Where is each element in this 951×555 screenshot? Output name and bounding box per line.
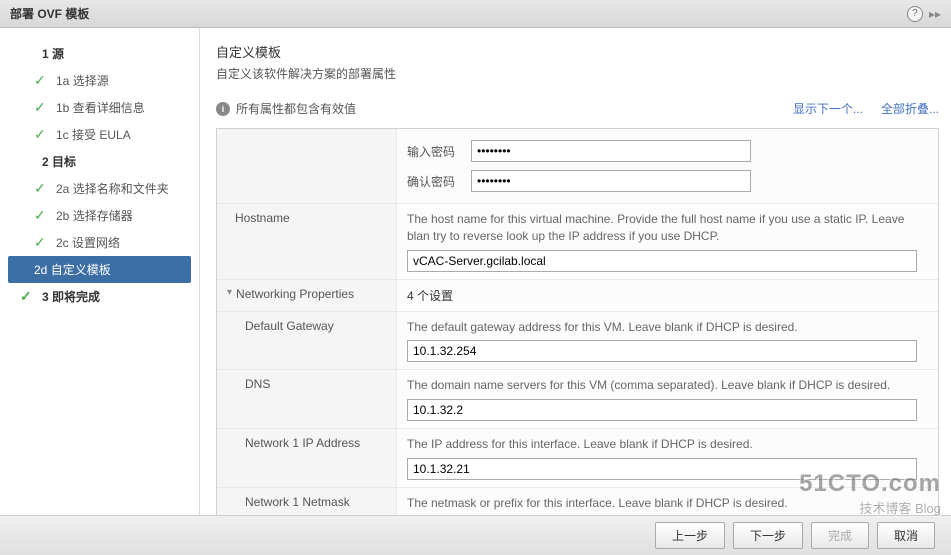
check-icon: ✓ bbox=[34, 126, 48, 143]
networking-count: 4 个设置 bbox=[407, 289, 453, 303]
step-3[interactable]: ✓3 即将完成 bbox=[0, 283, 199, 310]
dns-desc: The domain name servers for this VM (com… bbox=[407, 377, 928, 394]
enter-password-label: 输入密码 bbox=[407, 143, 471, 160]
header-icons: ? ▸▸ bbox=[907, 6, 941, 22]
prev-button[interactable]: 上一步 bbox=[655, 522, 725, 549]
check-icon: ✓ bbox=[34, 72, 48, 89]
ip-input[interactable] bbox=[407, 458, 917, 480]
check-icon: ✓ bbox=[34, 99, 48, 116]
page-title: 自定义模板 bbox=[216, 42, 939, 61]
step-1c[interactable]: ✓1c 接受 EULA bbox=[0, 121, 199, 148]
info-bar: i 所有属性都包含有效值 显示下一个... 全部折叠... bbox=[216, 96, 939, 128]
step-2d[interactable]: 2d 自定义模板 bbox=[8, 256, 191, 283]
step-2b[interactable]: ✓2b 选择存储器 bbox=[0, 202, 199, 229]
check-icon: ✓ bbox=[20, 288, 34, 305]
main-area: 1 源 ✓1a 选择源 ✓1b 查看详细信息 ✓1c 接受 EULA 2 目标 … bbox=[0, 28, 951, 551]
check-icon: ✓ bbox=[34, 234, 48, 251]
info-text: 所有属性都包含有效值 bbox=[236, 100, 356, 117]
step-2c[interactable]: ✓2c 设置网络 bbox=[0, 229, 199, 256]
collapse-icon[interactable]: ▾ bbox=[227, 287, 232, 298]
next-button[interactable]: 下一步 bbox=[733, 522, 803, 549]
info-icon: i bbox=[216, 102, 230, 116]
dialog-footer: 上一步 下一步 完成 取消 bbox=[0, 515, 951, 555]
help-icon[interactable]: ? bbox=[907, 6, 923, 22]
step-1[interactable]: 1 源 bbox=[0, 40, 199, 67]
dns-input[interactable] bbox=[407, 399, 917, 421]
dns-label: DNS bbox=[217, 370, 397, 428]
gateway-input[interactable] bbox=[407, 340, 917, 362]
dialog-title: 部署 OVF 模板 bbox=[10, 5, 89, 22]
confirm-password-label: 确认密码 bbox=[407, 173, 471, 190]
ip-desc: The IP address for this interface. Leave… bbox=[407, 436, 928, 453]
show-next-link[interactable]: 显示下一个... bbox=[793, 100, 863, 117]
networking-section[interactable]: ▾Networking Properties bbox=[217, 280, 397, 311]
password-section-label bbox=[217, 129, 397, 203]
hostname-label: Hostname bbox=[217, 204, 397, 279]
wizard-sidebar: 1 源 ✓1a 选择源 ✓1b 查看详细信息 ✓1c 接受 EULA 2 目标 … bbox=[0, 28, 200, 551]
netmask-label: Network 1 Netmask bbox=[217, 488, 397, 516]
cancel-button[interactable]: 取消 bbox=[877, 522, 935, 549]
page-subtitle: 自定义该软件解决方案的部署属性 bbox=[216, 65, 939, 82]
step-1a[interactable]: ✓1a 选择源 bbox=[0, 67, 199, 94]
content-pane: 自定义模板 自定义该软件解决方案的部署属性 i 所有属性都包含有效值 显示下一个… bbox=[200, 28, 951, 551]
gateway-desc: The default gateway address for this VM.… bbox=[407, 319, 928, 336]
step-2[interactable]: 2 目标 bbox=[0, 148, 199, 175]
netmask-desc: The netmask or prefix for this interface… bbox=[407, 495, 928, 512]
gateway-label: Default Gateway bbox=[217, 312, 397, 370]
check-icon: ✓ bbox=[34, 180, 48, 197]
hostname-desc: The host name for this virtual machine. … bbox=[407, 211, 928, 245]
finish-button: 完成 bbox=[811, 522, 869, 549]
collapse-all-link[interactable]: 全部折叠... bbox=[881, 100, 939, 117]
dialog-header: 部署 OVF 模板 ? ▸▸ bbox=[0, 0, 951, 28]
confirm-password-input[interactable] bbox=[471, 170, 751, 192]
ip-label: Network 1 IP Address bbox=[217, 429, 397, 487]
check-icon: ✓ bbox=[34, 207, 48, 224]
step-1b[interactable]: ✓1b 查看详细信息 bbox=[0, 94, 199, 121]
enter-password-input[interactable] bbox=[471, 140, 751, 162]
hostname-input[interactable] bbox=[407, 250, 917, 272]
form-area: 输入密码 确认密码 Hostname The host name for thi… bbox=[216, 128, 939, 516]
expand-icon[interactable]: ▸▸ bbox=[929, 7, 941, 21]
step-2a[interactable]: ✓2a 选择名称和文件夹 bbox=[0, 175, 199, 202]
